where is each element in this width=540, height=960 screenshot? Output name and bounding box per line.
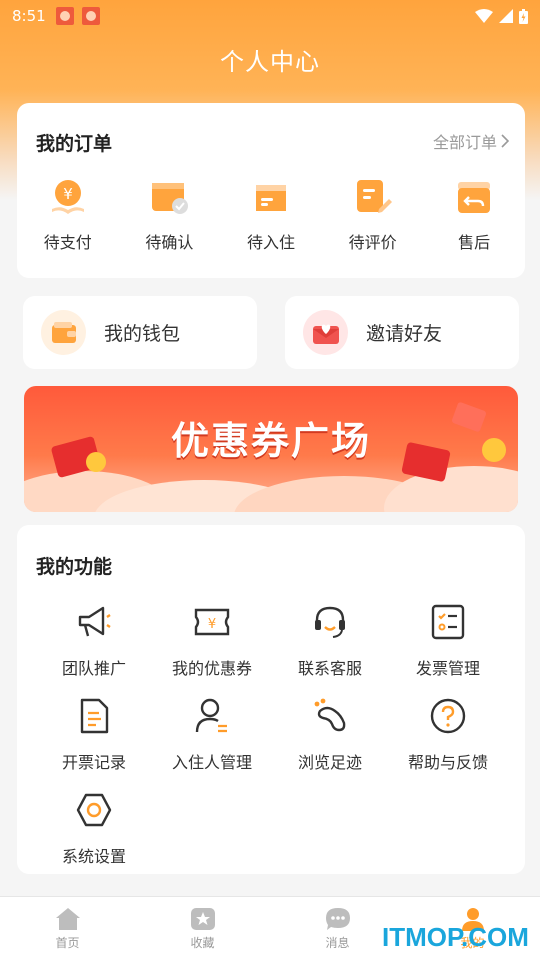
func-label: 浏览足迹 bbox=[297, 753, 362, 772]
message-icon bbox=[325, 907, 350, 930]
order-after-sales[interactable]: 售后 bbox=[423, 177, 525, 253]
order-item-label: 待支付 bbox=[43, 233, 92, 252]
func-guest-management[interactable]: 入住人管理 bbox=[153, 697, 271, 773]
func-help-feedback[interactable]: 帮助与反馈 bbox=[389, 697, 507, 773]
func-label: 系统设置 bbox=[61, 847, 126, 866]
headset-icon bbox=[315, 606, 345, 638]
document-icon bbox=[80, 698, 109, 734]
wallet-label: 我的钱包 bbox=[104, 323, 181, 345]
orders-title: 我的订单 bbox=[36, 133, 113, 155]
chevron-right-icon bbox=[501, 134, 509, 148]
person-manage-icon bbox=[195, 698, 227, 733]
invoice-checklist-icon bbox=[431, 604, 465, 640]
tab-favorites[interactable]: 收藏 bbox=[135, 897, 270, 960]
order-pending-review[interactable]: 待评价 bbox=[322, 177, 424, 253]
tab-label: 消息 bbox=[325, 935, 350, 950]
my-orders-card: 我的订单 全部订单 ¥ 待支付 待确认 待入住 待评价 售后 bbox=[17, 103, 525, 278]
order-pending-payment[interactable]: ¥ 待支付 bbox=[17, 177, 119, 253]
heart-envelope-icon bbox=[303, 310, 348, 355]
site-watermark: ITMOP.COM bbox=[382, 922, 529, 952]
func-label: 发票管理 bbox=[415, 659, 480, 678]
wallet-check-icon bbox=[152, 183, 189, 214]
func-my-coupons[interactable]: ¥ 我的优惠券 bbox=[153, 603, 271, 679]
note-pencil-icon bbox=[356, 180, 392, 213]
notification-app-icon bbox=[55, 7, 74, 25]
room-card-icon bbox=[255, 185, 286, 211]
return-box-icon bbox=[458, 182, 491, 213]
help-circle-icon bbox=[430, 698, 466, 734]
order-pending-confirm[interactable]: 待确认 bbox=[119, 177, 221, 253]
banner-title: 优惠券广场 bbox=[170, 419, 371, 463]
page-title: 个人中心 bbox=[220, 48, 320, 76]
invite-label: 邀请好友 bbox=[366, 323, 443, 345]
order-item-label: 待确认 bbox=[145, 233, 194, 252]
func-label: 团队推广 bbox=[61, 659, 126, 678]
tab-home[interactable]: 首页 bbox=[0, 897, 135, 960]
func-label: 我的优惠券 bbox=[171, 659, 252, 678]
order-pending-checkin[interactable]: 待入住 bbox=[220, 177, 322, 253]
invite-friends-button[interactable]: 邀请好友 bbox=[285, 296, 519, 369]
func-system-settings[interactable]: 系统设置 bbox=[35, 791, 153, 867]
my-functions-card: 我的功能 团队推广 ¥ 我的优惠券 联系客服 发票管理 开票记录 入住人管理 浏… bbox=[17, 525, 525, 874]
tab-label: 首页 bbox=[55, 935, 80, 950]
svg-text:¥: ¥ bbox=[208, 617, 216, 632]
func-invoice-records[interactable]: 开票记录 bbox=[35, 697, 153, 773]
order-item-label: 待评价 bbox=[348, 233, 397, 252]
all-orders-label: 全部订单 bbox=[432, 133, 497, 152]
order-item-label: 待入住 bbox=[246, 233, 295, 252]
favorite-icon bbox=[190, 907, 215, 930]
my-wallet-button[interactable]: 我的钱包 bbox=[23, 296, 257, 369]
func-label: 帮助与反馈 bbox=[407, 753, 488, 772]
notification-app-icon bbox=[81, 7, 100, 25]
coupon-plaza-banner[interactable]: 优惠券广场 bbox=[24, 386, 518, 512]
home-icon bbox=[55, 907, 80, 930]
status-time: 8:51 bbox=[12, 7, 46, 25]
tab-label: 收藏 bbox=[190, 935, 215, 950]
func-customer-service[interactable]: 联系客服 bbox=[271, 603, 389, 679]
wallet-icon bbox=[41, 310, 86, 355]
footprint-icon bbox=[314, 698, 346, 732]
signal-icon bbox=[499, 9, 513, 23]
svg-text:¥: ¥ bbox=[63, 185, 73, 203]
megaphone-icon bbox=[78, 606, 111, 637]
func-label: 入住人管理 bbox=[171, 753, 252, 772]
battery-icon bbox=[519, 8, 528, 24]
functions-title: 我的功能 bbox=[36, 556, 113, 578]
settings-hexagon-icon bbox=[76, 793, 112, 827]
order-item-label: 售后 bbox=[458, 233, 491, 252]
coupon-icon: ¥ bbox=[194, 608, 230, 636]
func-invoice-management[interactable]: 发票管理 bbox=[389, 603, 507, 679]
yuan-coin-hand-icon: ¥ bbox=[51, 180, 84, 214]
func-label: 联系客服 bbox=[297, 659, 362, 678]
func-browsing-history[interactable]: 浏览足迹 bbox=[271, 697, 389, 773]
func-team-promotion[interactable]: 团队推广 bbox=[35, 603, 153, 679]
wifi-icon bbox=[475, 9, 493, 23]
status-bar: 8:51 bbox=[0, 0, 540, 32]
all-orders-link[interactable]: 全部订单 bbox=[433, 129, 509, 153]
func-label: 开票记录 bbox=[61, 753, 126, 772]
